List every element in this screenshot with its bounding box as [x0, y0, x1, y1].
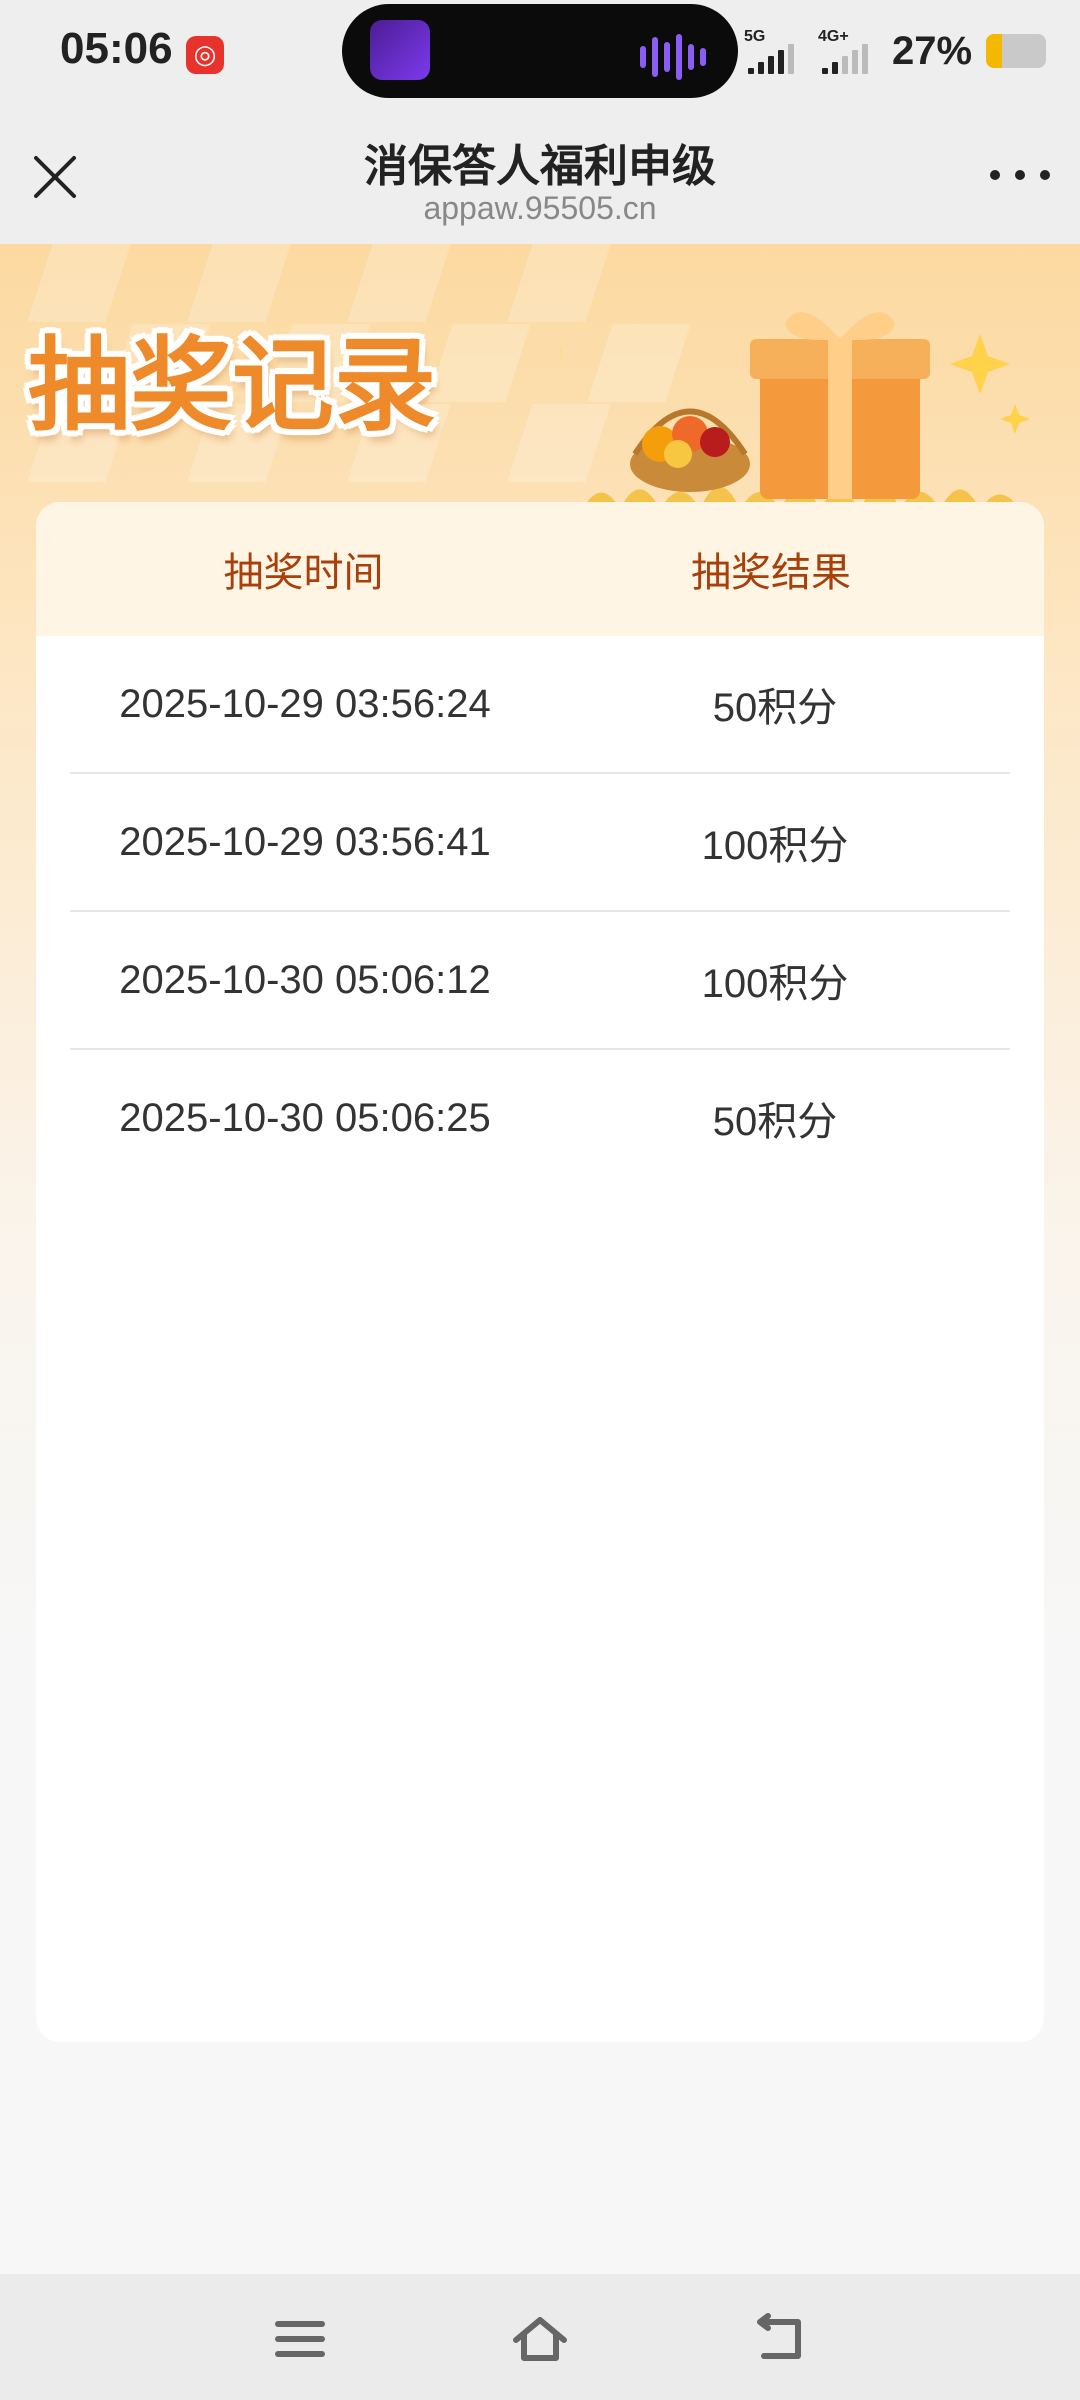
- album-art-icon: [370, 20, 430, 80]
- row-result: 50积分: [712, 1100, 838, 1144]
- row-time: 2025-10-29 03:56:41: [119, 819, 491, 864]
- gift-box-illustration: [560, 312, 1030, 514]
- battery-icon: [986, 34, 1047, 68]
- row-time: 2025-10-30 05:06:12: [119, 957, 491, 1002]
- table-row: 2025-10-30 05:06:12 100积分: [70, 910, 1010, 1048]
- table-row: 2025-10-30 05:06:25 50积分: [70, 1048, 1010, 1186]
- menu-icon[interactable]: [270, 2312, 330, 2366]
- system-nav-bar: [0, 2274, 1080, 2400]
- status-bar: 05:06 ◎ 5G 4G+ 27%: [0, 0, 1080, 110]
- table-row: 2025-10-29 03:56:24 50积分: [70, 636, 1010, 772]
- page-title: 消保答人福利申级: [364, 141, 716, 192]
- battery-percent: 27%: [892, 28, 973, 73]
- status-time: 05:06: [60, 24, 173, 73]
- table-row: 2025-10-29 03:56:41 100积分: [70, 772, 1010, 910]
- column-header-result: 抽奖结果: [691, 550, 851, 596]
- home-icon[interactable]: [510, 2312, 570, 2366]
- signal-4g-icon: 4G+: [818, 28, 878, 74]
- nav-bar: 消保答人福利申级 appaw.95505.cn: [0, 110, 1080, 244]
- table-header: 抽奖时间 抽奖结果: [36, 502, 1044, 636]
- row-time: 2025-10-29 03:56:24: [119, 681, 491, 726]
- battery-fill: [986, 34, 1003, 68]
- records-card: 抽奖时间 抽奖结果 2025-10-29 03:56:24 50积分 2025-…: [36, 502, 1044, 2042]
- audio-wave-icon: [640, 34, 706, 80]
- column-header-time: 抽奖时间: [223, 550, 384, 596]
- row-result: 50积分: [712, 686, 838, 730]
- page-url: appaw.95505.cn: [423, 190, 657, 226]
- page-content: 抽奖记录 抽奖时间 抽奖结果 2025-10-29 03:56:24 50积分 …: [0, 244, 1080, 2274]
- netease-music-icon: ◎: [186, 36, 224, 74]
- back-icon[interactable]: [750, 2312, 810, 2366]
- more-menu-icon[interactable]: [990, 160, 1050, 190]
- dynamic-island[interactable]: [342, 4, 738, 98]
- page-heading: 抽奖记录: [28, 326, 436, 446]
- row-time: 2025-10-30 05:06:25: [119, 1095, 491, 1140]
- row-result: 100积分: [701, 962, 849, 1006]
- row-result: 100积分: [701, 824, 849, 868]
- signal-5g-icon: 5G: [744, 28, 804, 74]
